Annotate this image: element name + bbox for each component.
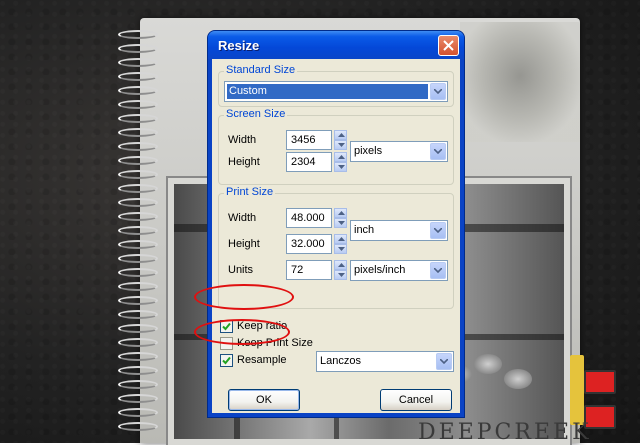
spin-down-icon[interactable] (334, 162, 347, 172)
chevron-down-icon[interactable] (430, 222, 446, 239)
standard-size-select[interactable]: Custom (224, 81, 448, 102)
screen-width-field[interactable]: 3456 (286, 130, 332, 150)
dialog-title: Resize (218, 38, 260, 53)
resolution-spinner[interactable] (334, 260, 347, 280)
screen-height-label: Height (228, 156, 260, 168)
spin-up-icon[interactable] (334, 208, 347, 218)
print-width-label: Width (228, 212, 257, 224)
chevron-down-icon[interactable] (436, 353, 452, 370)
resolution-unit-select[interactable]: pixels/inch (350, 260, 448, 281)
resample-method-value: Lanczos (320, 355, 361, 367)
resolution-field[interactable]: 72 (286, 260, 332, 280)
spin-down-icon[interactable] (334, 244, 347, 254)
annotation-circle-resample (194, 319, 290, 345)
screen-width-spinner[interactable] (334, 130, 347, 150)
resolution-unit-value: pixels/inch (354, 264, 406, 276)
annotation-circle-keep-ratio (194, 284, 294, 310)
screen-width-label: Width (228, 134, 257, 146)
resize-dialog: Resize Standard Size Custom Screen Size … (208, 31, 464, 417)
screen-height-spinner[interactable] (334, 152, 347, 172)
standard-size-label: Standard Size (224, 64, 298, 76)
print-width-spinner[interactable] (334, 208, 347, 228)
screen-unit-value: pixels (354, 145, 383, 157)
screen-size-group: Screen Size Width 3456 Height 2304 pixel… (218, 108, 454, 185)
chevron-down-icon[interactable] (430, 262, 446, 279)
standard-size-group: Standard Size Custom (218, 64, 454, 107)
close-button[interactable] (438, 35, 459, 56)
spin-up-icon[interactable] (334, 130, 347, 140)
title-bar[interactable]: Resize (208, 31, 464, 59)
cancel-button[interactable]: Cancel (380, 389, 452, 411)
spin-down-icon[interactable] (334, 140, 347, 150)
units-label: Units (228, 264, 254, 276)
spin-up-icon[interactable] (334, 152, 347, 162)
print-size-label: Print Size (224, 186, 276, 198)
screen-height-field[interactable]: 2304 (286, 152, 332, 172)
spin-down-icon[interactable] (334, 270, 347, 280)
print-height-field[interactable]: 32.000 (286, 234, 332, 254)
dialog-body: Standard Size Custom Screen Size Width 3… (212, 59, 460, 413)
chevron-down-icon[interactable] (430, 83, 446, 100)
ok-button[interactable]: OK (228, 389, 300, 411)
spin-up-icon[interactable] (334, 260, 347, 270)
chevron-down-icon[interactable] (430, 143, 446, 160)
resample-method-select[interactable]: Lanczos (316, 351, 454, 372)
print-height-spinner[interactable] (334, 234, 347, 254)
close-icon (443, 40, 454, 51)
print-unit-select[interactable]: inch (350, 220, 448, 241)
book-title: DEEPCREEK (418, 420, 592, 445)
spin-up-icon[interactable] (334, 234, 347, 244)
screen-unit-select[interactable]: pixels (350, 141, 448, 162)
print-height-label: Height (228, 238, 260, 250)
yellow-tab (570, 355, 584, 425)
checkmark-icon (222, 356, 231, 365)
screen-size-label: Screen Size (224, 108, 288, 120)
print-width-field[interactable]: 48.000 (286, 208, 332, 228)
standard-size-value: Custom (227, 84, 428, 99)
spin-down-icon[interactable] (334, 218, 347, 228)
resample-checkbox[interactable] (220, 354, 233, 367)
photo-figure (460, 22, 580, 142)
resample-label[interactable]: Resample (237, 354, 287, 366)
print-unit-value: inch (354, 224, 375, 236)
spiral-binding (118, 30, 164, 440)
